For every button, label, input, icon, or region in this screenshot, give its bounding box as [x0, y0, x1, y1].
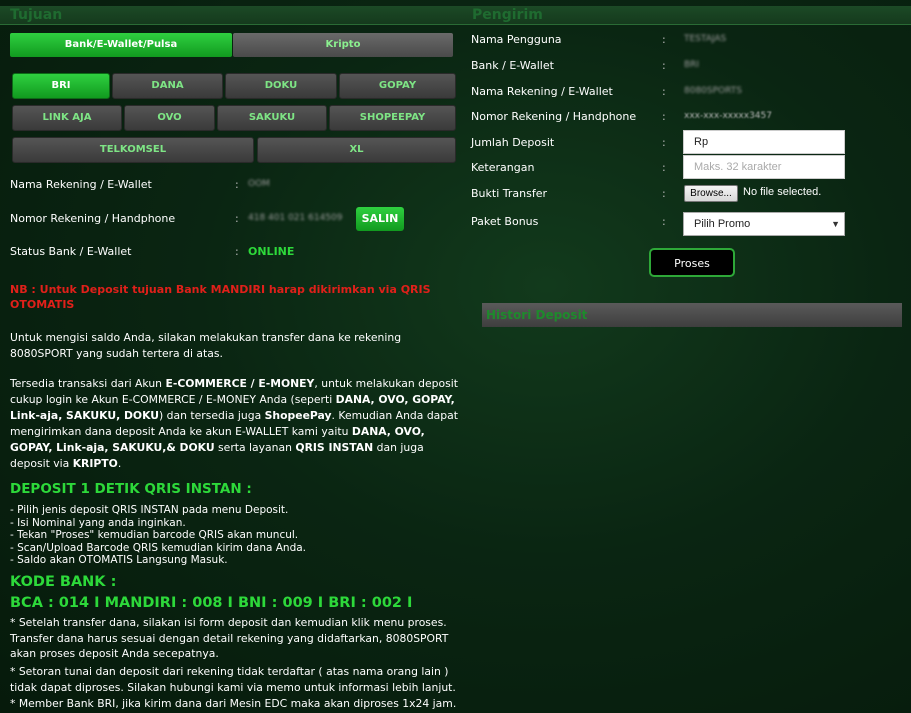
- nama-rekening-value: OOM: [248, 179, 270, 189]
- colon: :: [662, 59, 666, 72]
- nama-pengguna-value: TESTAJAS: [684, 34, 727, 44]
- tab-kripto[interactable]: Kripto: [233, 33, 453, 57]
- paket-bonus-select[interactable]: Pilih Promo ▼: [683, 212, 845, 236]
- colon: :: [662, 33, 666, 46]
- bank-button-sakuku[interactable]: SAKUKU: [217, 105, 327, 131]
- status-bank-label: Status Bank / E-Wallet: [10, 245, 132, 258]
- colon: :: [662, 161, 666, 174]
- bank-button-telkomsel[interactable]: TELKOMSEL: [12, 137, 254, 163]
- nomor-rekening-value: 418 401 021 614509: [248, 213, 343, 223]
- keterangan-label: Keterangan: [471, 161, 535, 174]
- bank-button-shopeepay[interactable]: SHOPEEPAY: [329, 105, 456, 131]
- qris-heading: DEPOSIT 1 DETIK QRIS INSTAN :: [10, 481, 252, 497]
- proses-button[interactable]: Proses: [649, 248, 735, 277]
- jumlah-deposit-label: Jumlah Deposit: [471, 136, 555, 149]
- kode-bank-values: BCA : 014 I MANDIRI : 008 I BNI : 009 I …: [10, 595, 413, 611]
- colon: :: [235, 212, 239, 225]
- colon: :: [662, 110, 666, 123]
- tab-bank-ewallet-pulsa[interactable]: Bank/E-Wallet/Pulsa: [10, 33, 232, 57]
- list-item: - Tekan "Proses" kemudian barcode QRIS a…: [10, 529, 299, 541]
- list-item: - Saldo akan OTOMATIS Langsung Masuk.: [10, 554, 228, 566]
- kode-bank-heading: KODE BANK :: [10, 574, 117, 590]
- bank-button-ovo[interactable]: OVO: [124, 105, 215, 131]
- bank-ewallet-value: BRI: [684, 60, 700, 70]
- list-item: - Pilih jenis deposit QRIS INSTAN pada m…: [10, 504, 289, 516]
- colon: :: [662, 187, 666, 200]
- bank-button-doku[interactable]: DOKU: [225, 73, 337, 99]
- bank-button-dana[interactable]: DANA: [112, 73, 223, 99]
- bank-button-bri[interactable]: BRI: [12, 73, 110, 99]
- nb-warning: NB : Untuk Deposit tujuan Bank MANDIRI h…: [10, 283, 431, 311]
- chevron-down-icon: ▼: [831, 219, 840, 229]
- bank-button-xl[interactable]: XL: [257, 137, 456, 163]
- tujuan-panel: Tujuan Bank/E-Wallet/Pulsa Kripto BRI DA…: [0, 0, 462, 713]
- bank-ewallet-label: Bank / E-Wallet: [471, 59, 554, 72]
- colon: :: [662, 215, 666, 228]
- info-paragraph-1: Untuk mengisi saldo Anda, silakan melaku…: [10, 331, 402, 360]
- colon: :: [235, 245, 239, 258]
- info-paragraph-2: Tersedia transaksi dari Akun E-COMMERCE …: [10, 377, 458, 470]
- nama-rekening-pengirim-value: 8080SPORTS: [684, 86, 742, 96]
- colon: :: [662, 85, 666, 98]
- nama-rekening-pengirim-label: Nama Rekening / E-Wallet: [471, 85, 613, 98]
- paket-bonus-label: Paket Bonus: [471, 215, 539, 228]
- colon: :: [235, 178, 239, 191]
- note-1: * Setelah transfer dana, silakan isi for…: [10, 616, 449, 660]
- qris-steps: - Pilih jenis deposit QRIS INSTAN pada m…: [10, 504, 450, 567]
- nomor-rekening-label: Nomor Rekening / Handphone: [10, 212, 176, 225]
- status-badge: ONLINE: [248, 245, 295, 258]
- list-item: - Scan/Upload Barcode QRIS kemudian kiri…: [10, 541, 307, 554]
- note-3: * Member Bank BRI, jika kirim dana dari …: [10, 697, 457, 710]
- nama-pengguna-label: Nama Pengguna: [471, 33, 562, 46]
- note-2: * Setoran tunai dan deposit dari rekenin…: [10, 665, 456, 694]
- colon: :: [662, 136, 666, 149]
- keterangan-input[interactable]: Maks. 32 karakter: [683, 155, 845, 179]
- bank-button-gopay[interactable]: GOPAY: [339, 73, 456, 99]
- list-item: - Isi Nominal yang anda inginkan.: [10, 516, 186, 529]
- browse-button[interactable]: Browse...: [684, 185, 738, 202]
- bukti-transfer-label: Bukti Transfer: [471, 187, 547, 200]
- no-file-text: No file selected.: [743, 186, 822, 198]
- nama-rekening-label: Nama Rekening / E-Wallet: [10, 178, 152, 191]
- nomor-rekening-pengirim-value: xxx-xxx-xxxxx3457: [684, 111, 772, 121]
- tujuan-heading: Tujuan: [0, 6, 462, 25]
- nomor-rekening-pengirim-label: Nomor Rekening / Handphone: [471, 110, 637, 123]
- paket-bonus-value: Pilih Promo: [694, 218, 751, 230]
- history-deposit-bar[interactable]: Histori Deposit: [482, 303, 902, 327]
- bank-button-link-aja[interactable]: LINK AJA: [12, 105, 122, 131]
- salin-button[interactable]: SALIN: [356, 207, 404, 231]
- jumlah-deposit-input[interactable]: Rp: [683, 130, 845, 154]
- pengirim-heading: Pengirim: [462, 6, 911, 25]
